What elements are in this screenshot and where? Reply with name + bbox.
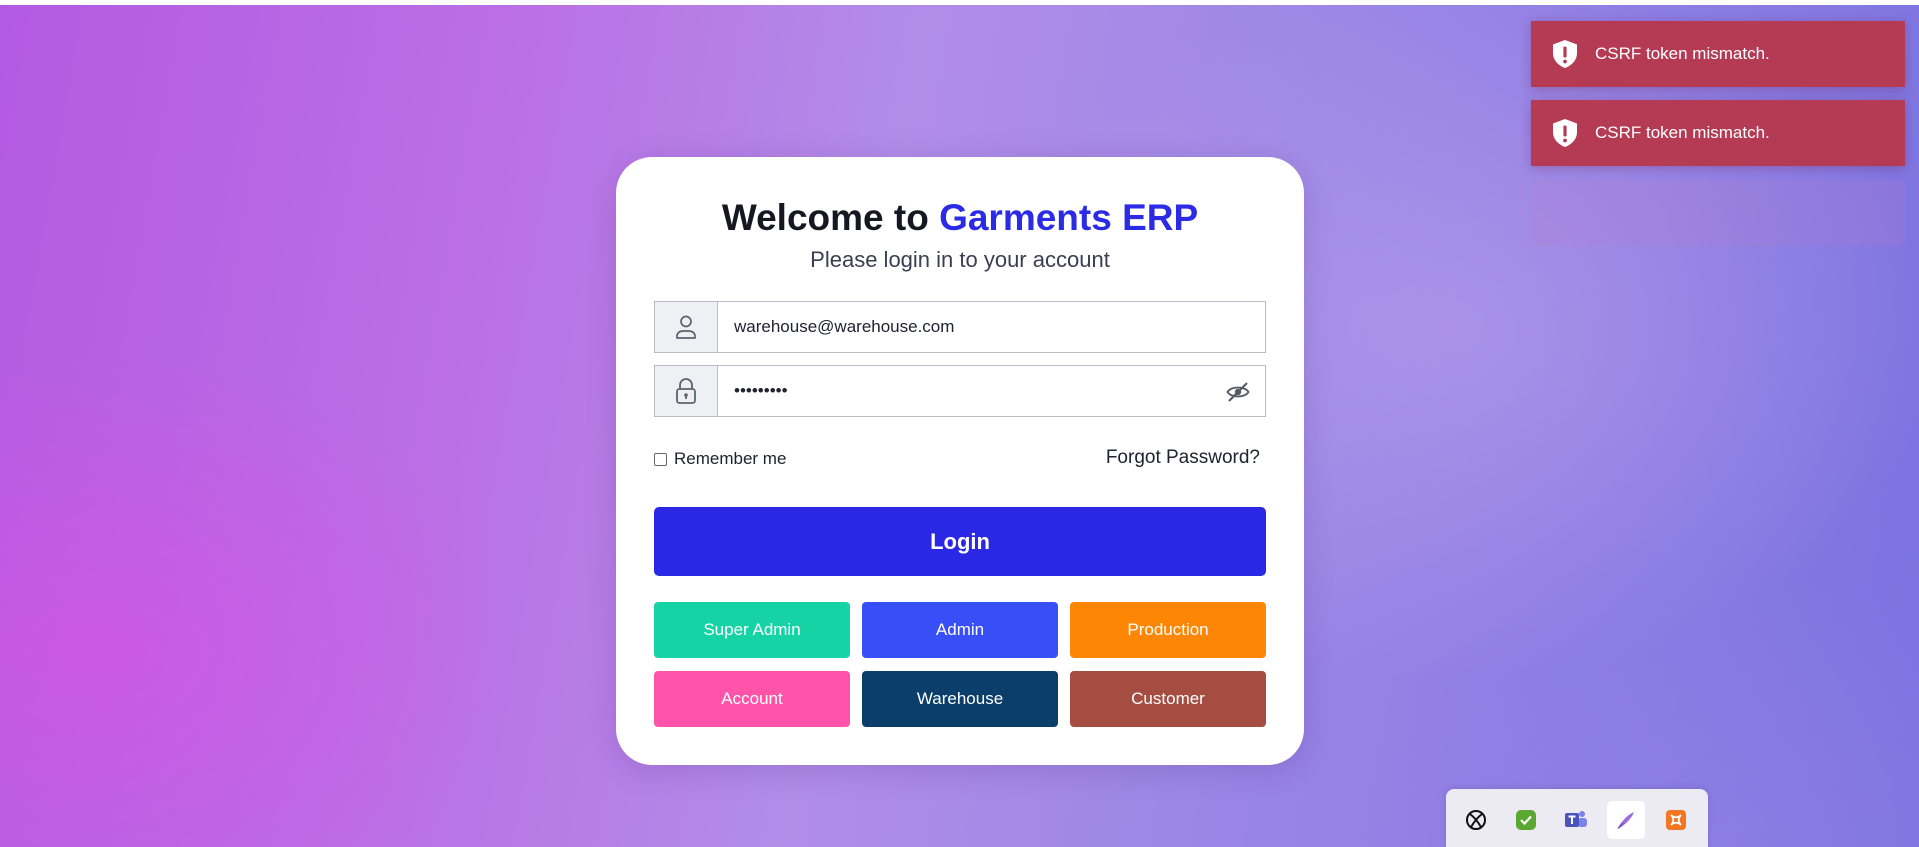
email-input[interactable] bbox=[718, 302, 1198, 352]
lock-icon bbox=[655, 366, 718, 416]
shield-alert-icon bbox=[1549, 117, 1581, 149]
page-title: Welcome to Garments ERP bbox=[616, 197, 1304, 239]
page-subtitle: Please login in to your account bbox=[810, 247, 1110, 272]
error-toast[interactable]: CSRF token mismatch. bbox=[1531, 21, 1905, 87]
production-button[interactable]: Production bbox=[1070, 602, 1266, 658]
warehouse-button[interactable]: Warehouse bbox=[862, 671, 1058, 727]
toast-message: CSRF token mismatch. bbox=[1595, 44, 1770, 63]
password-field-group bbox=[654, 365, 1266, 417]
login-card: Welcome to Garments ERP Please login in … bbox=[616, 157, 1304, 765]
account-button[interactable]: Account bbox=[654, 671, 850, 727]
xampp-icon[interactable] bbox=[1657, 801, 1695, 839]
user-icon bbox=[655, 302, 718, 352]
forgot-password-link[interactable]: Forgot Password? bbox=[1106, 447, 1260, 469]
remember-label: Remember me bbox=[674, 449, 787, 468]
customer-button[interactable]: Customer bbox=[1070, 671, 1266, 727]
top-border bbox=[0, 0, 1919, 5]
error-toast[interactable]: CSRF token mismatch. bbox=[1531, 100, 1905, 166]
remember-checkbox[interactable] bbox=[654, 452, 667, 466]
title-prefix: Welcome to bbox=[721, 197, 940, 238]
xbox-icon[interactable] bbox=[1457, 801, 1495, 839]
login-button[interactable]: Login bbox=[654, 507, 1266, 576]
email-field-group bbox=[654, 301, 1266, 353]
security-check-icon[interactable] bbox=[1507, 801, 1545, 839]
brand-name: Garments ERP bbox=[939, 197, 1199, 238]
admin-button[interactable]: Admin bbox=[862, 602, 1058, 658]
toast-message: CSRF token mismatch. bbox=[1595, 123, 1770, 142]
pen-icon[interactable] bbox=[1607, 801, 1645, 839]
remember-me[interactable]: Remember me bbox=[654, 449, 786, 469]
super-admin-button[interactable]: Super Admin bbox=[654, 602, 850, 658]
password-input[interactable] bbox=[718, 366, 1198, 416]
shield-alert-icon bbox=[1549, 38, 1581, 70]
fading-toast bbox=[1531, 180, 1905, 246]
teams-icon[interactable] bbox=[1557, 801, 1595, 839]
system-tray bbox=[1446, 789, 1708, 847]
page-background: Welcome to Garments ERP Please login in … bbox=[0, 0, 1919, 847]
eye-slash-icon[interactable] bbox=[1225, 379, 1251, 405]
